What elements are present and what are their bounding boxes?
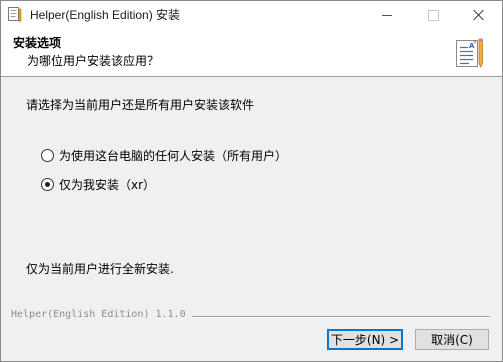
close-button[interactable] [456, 1, 502, 29]
svg-text:*: * [474, 40, 477, 47]
maximize-button[interactable] [410, 1, 456, 29]
minimize-icon [382, 14, 392, 16]
install-scope-prompt: 请选择为当前用户还是所有用户安装该软件 [26, 98, 255, 112]
option-all-users[interactable]: 为使用这台电脑的任何人安装（所有用户） [41, 147, 287, 163]
window-title: Helper(English Edition) 安装 [30, 8, 181, 22]
document-pencil-icon: A * [453, 36, 487, 70]
next-button[interactable]: 下一步(N) > [327, 329, 403, 350]
brand-version-text: Helper(English Edition) 1.1.0 [11, 309, 186, 320]
installer-app-icon [8, 7, 22, 23]
footer-divider [192, 316, 490, 318]
option-all-users-label[interactable]: 为使用这台电脑的任何人安装（所有用户） [59, 147, 287, 164]
minimize-button[interactable] [364, 1, 410, 29]
option-current-user-label[interactable]: 仅为我安装（xr） [59, 176, 155, 193]
maximize-icon [427, 9, 439, 21]
header-banner: 安装选项 为哪位用户安装该应用？ A * [1, 29, 502, 77]
close-icon [473, 9, 485, 21]
radio-current-user[interactable] [41, 177, 54, 191]
install-status-text: 仅为当前用户进行全新安装. [26, 262, 174, 276]
radio-all-users[interactable] [41, 148, 54, 162]
page-title: 安装选项 [13, 36, 62, 50]
cancel-button[interactable]: 取消(C) [415, 329, 489, 350]
option-current-user[interactable]: 仅为我安装（xr） [41, 176, 155, 192]
page-subtitle: 为哪位用户安装该应用？ [27, 54, 160, 68]
installer-window: Helper(English Edition) 安装 安装选项 为哪位用户安装该… [0, 0, 503, 362]
title-bar[interactable]: Helper(English Edition) 安装 [1, 1, 502, 29]
